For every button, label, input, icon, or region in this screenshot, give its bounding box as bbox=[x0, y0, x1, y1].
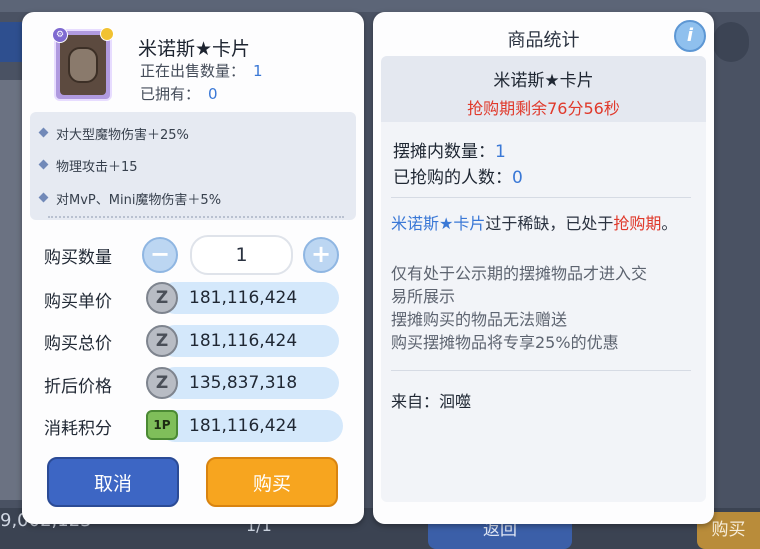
stats-item-name: 米诺斯★卡片 bbox=[493, 71, 594, 91]
stats-title: 商品统计 bbox=[507, 30, 580, 51]
effect-item: 对MvP、Mini魔物伤害＋5% bbox=[38, 189, 222, 208]
rule-note: 购买摆摊物品将专享25%的优惠 bbox=[391, 333, 619, 352]
purchase-dialog: ⚙ 米诺斯★卡片 正在出售数量： 1 已拥有： 0 对大型魔物伤害＋25% 物理攻击… bbox=[22, 12, 364, 524]
flash-sale-timer: 抢购期剩余76分56秒 bbox=[467, 99, 620, 118]
zeny-coin-icon: Z bbox=[146, 367, 178, 399]
rule-note: 仅有处于公示期的摆摊物品才进入交 bbox=[391, 264, 648, 283]
rushed-buyers: 已抢购的人数：0 bbox=[393, 163, 523, 188]
notice-item-name: 米诺斯★卡片 bbox=[391, 214, 486, 233]
item-name: 米诺斯★卡片 bbox=[138, 38, 251, 60]
effect-text: 物理攻击＋15 bbox=[56, 160, 138, 175]
discounted-price-value: 135,837,318 bbox=[159, 367, 339, 399]
owned-count: 已拥有： 0 bbox=[140, 83, 218, 104]
owned-value: 0 bbox=[208, 85, 218, 103]
item-stats-panel: 商品统计 i 米诺斯★卡片 抢购期剩余76分56秒 摆摊内数量：1 已抢购的人数… bbox=[373, 12, 714, 524]
points-ticket-icon: 1P bbox=[146, 410, 178, 440]
bullet-diamond-icon bbox=[38, 127, 49, 138]
minotaur-face-icon bbox=[68, 47, 98, 83]
background-tab bbox=[0, 22, 22, 62]
effect-item: 对大型魔物伤害＋25% bbox=[38, 124, 189, 143]
notice-middle-text: 过于稀缺，已处于 bbox=[485, 214, 614, 233]
decrease-quantity-button[interactable]: − bbox=[142, 237, 178, 273]
effect-item: 物理攻击＋15 bbox=[38, 156, 138, 175]
total-price-value: 181,116,424 bbox=[159, 325, 339, 357]
effect-text: 对MvP、Mini魔物伤害＋5% bbox=[56, 193, 222, 208]
on-sale-value: 1 bbox=[253, 62, 263, 80]
quantity-label: 购买数量 bbox=[44, 248, 112, 268]
background-close-icon bbox=[713, 22, 749, 62]
notice-end-text: 。 bbox=[661, 214, 678, 233]
total-price-label: 购买总价 bbox=[44, 334, 112, 354]
rushed-buyers-label: 已抢购的人数： bbox=[393, 168, 512, 188]
unit-price-value: 181,116,424 bbox=[159, 282, 339, 314]
item-source: 来自：洄噬 bbox=[391, 392, 472, 411]
item-effects-box[interactable]: 对大型魔物伤害＋25% 物理攻击＋15 对MvP、Mini魔物伤害＋5% bbox=[30, 112, 356, 220]
item-card-icon: ⚙ bbox=[52, 27, 114, 101]
buy-button[interactable]: 购买 bbox=[206, 457, 338, 507]
stall-quantity-label: 摆摊内数量： bbox=[393, 142, 495, 162]
discounted-price-label: 折后价格 bbox=[44, 377, 112, 397]
zeny-coin-icon: Z bbox=[146, 325, 178, 357]
increase-quantity-button[interactable]: + bbox=[303, 237, 339, 273]
effect-text: 对大型魔物伤害＋25% bbox=[56, 128, 189, 143]
quantity-input[interactable]: 1 bbox=[190, 235, 293, 275]
stats-divider bbox=[391, 370, 691, 371]
background-list bbox=[0, 80, 22, 500]
zeny-coin-icon: Z bbox=[146, 282, 178, 314]
points-cost-label: 消耗积分 bbox=[44, 419, 112, 439]
notice-flash-sale-text: 抢购期 bbox=[613, 214, 662, 233]
points-cost-value: 181,116,424 bbox=[159, 410, 343, 442]
stall-quantity-value: 1 bbox=[495, 142, 506, 162]
bullet-diamond-icon bbox=[38, 192, 49, 203]
stats-divider bbox=[391, 197, 691, 198]
card-type-badge-icon: ⚙ bbox=[52, 27, 68, 43]
background-top-bar bbox=[0, 0, 760, 12]
rule-note: 易所展示 bbox=[391, 287, 456, 306]
unit-price-label: 购买单价 bbox=[44, 292, 112, 312]
rarity-star-icon bbox=[100, 27, 114, 41]
cancel-button[interactable]: 取消 bbox=[47, 457, 179, 507]
rule-note: 摆摊购买的物品无法赠送 bbox=[391, 310, 568, 329]
info-icon[interactable]: i bbox=[674, 20, 706, 52]
on-sale-count: 正在出售数量： 1 bbox=[140, 60, 263, 81]
item-card-art bbox=[60, 35, 106, 95]
scarcity-notice: 米诺斯★卡片过于稀缺，已处于抢购期。 bbox=[391, 212, 696, 235]
effects-divider bbox=[48, 216, 344, 218]
bullet-diamond-icon bbox=[38, 159, 49, 170]
stall-quantity: 摆摊内数量：1 bbox=[393, 137, 506, 162]
owned-label: 已拥有： bbox=[140, 85, 201, 103]
on-sale-label: 正在出售数量： bbox=[140, 62, 246, 80]
rushed-buyers-value: 0 bbox=[512, 168, 523, 188]
